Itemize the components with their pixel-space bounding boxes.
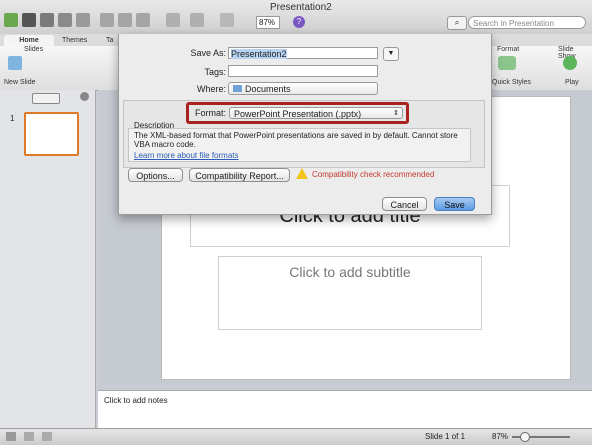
status-zoom: 87% <box>492 432 509 441</box>
folder-icon <box>233 85 242 92</box>
new-slide-label[interactable]: New Slide <box>4 79 36 86</box>
where-label: Where: <box>196 84 226 94</box>
paste-icon[interactable] <box>136 13 150 27</box>
view-toggle[interactable] <box>32 93 60 104</box>
learn-more-link[interactable]: Learn more about file formats <box>134 151 239 160</box>
warning-icon <box>296 168 308 179</box>
description-text: The XML-based format that PowerPoint pre… <box>134 131 458 149</box>
window-title: Presentation2 <box>270 2 332 13</box>
slide-number: 1 <box>10 114 15 123</box>
save-as-value: Presentation2 <box>231 49 287 59</box>
save-as-field[interactable]: Presentation2 <box>228 47 378 59</box>
new-slide-icon[interactable] <box>8 56 22 70</box>
copy-icon[interactable] <box>118 13 132 27</box>
where-select[interactable]: Documents <box>228 82 378 95</box>
quick-styles-icon[interactable] <box>498 56 516 70</box>
search-input[interactable]: Search in Presentation <box>468 16 586 29</box>
expand-dialog-button[interactable]: ▼ <box>383 47 399 61</box>
print-icon[interactable] <box>76 13 90 27</box>
format-group-label: Format <box>497 46 520 53</box>
quick-styles-label[interactable]: Quick Styles <box>492 79 531 86</box>
slide-count: Slide 1 of 1 <box>425 432 466 441</box>
tab-home[interactable]: Home <box>4 35 54 46</box>
subtitle-placeholder[interactable]: Click to add subtitle <box>218 256 482 330</box>
compatibility-warning: Compatibility check recommended <box>312 170 435 179</box>
tags-field[interactable] <box>228 65 378 77</box>
undo-icon[interactable] <box>166 13 180 27</box>
play-icon[interactable] <box>563 56 577 70</box>
notes-placeholder[interactable]: Click to add notes <box>104 396 168 405</box>
format-value: PowerPoint Presentation (.pptx) <box>234 109 362 119</box>
tags-label: Tags: <box>204 67 226 77</box>
save-button[interactable]: Save <box>434 197 475 211</box>
compatibility-report-button[interactable]: Compatibility Report... <box>189 168 290 182</box>
save-as-label: Save As: <box>190 48 226 58</box>
gallery-icon[interactable] <box>22 13 36 27</box>
cancel-button[interactable]: Cancel <box>382 197 427 211</box>
save-icon[interactable] <box>58 13 72 27</box>
tab-themes[interactable]: Themes <box>62 35 87 46</box>
redo-icon[interactable] <box>190 13 204 27</box>
tab-tables[interactable]: Ta <box>106 35 113 46</box>
normal-view-icon[interactable] <box>6 432 16 441</box>
slides-group-label: Slides <box>24 46 44 53</box>
notes-pane[interactable] <box>98 390 592 429</box>
help-icon[interactable]: ? <box>293 16 305 28</box>
sorter-view-icon[interactable] <box>24 432 34 441</box>
slideshow-view-icon[interactable] <box>42 432 52 441</box>
format-label: Format: <box>194 108 226 118</box>
sidebar-icon[interactable] <box>220 13 234 27</box>
open-icon[interactable] <box>40 13 54 27</box>
where-value: Documents <box>245 84 291 94</box>
close-pane-icon[interactable] <box>80 92 89 101</box>
play-label[interactable]: Play <box>565 79 579 86</box>
format-select[interactable]: PowerPoint Presentation (.pptx) ⇕ <box>229 107 403 119</box>
slide-thumbnail[interactable] <box>24 112 79 156</box>
zoom-slider-handle[interactable] <box>520 432 530 442</box>
chevron-updown-icon: ⇕ <box>393 110 399 117</box>
cut-icon[interactable] <box>100 13 114 27</box>
new-icon[interactable] <box>4 13 18 27</box>
zoom-field[interactable]: 87% <box>256 16 280 29</box>
search-icon[interactable]: ⌕ <box>447 16 467 30</box>
options-button[interactable]: Options... <box>128 168 183 182</box>
